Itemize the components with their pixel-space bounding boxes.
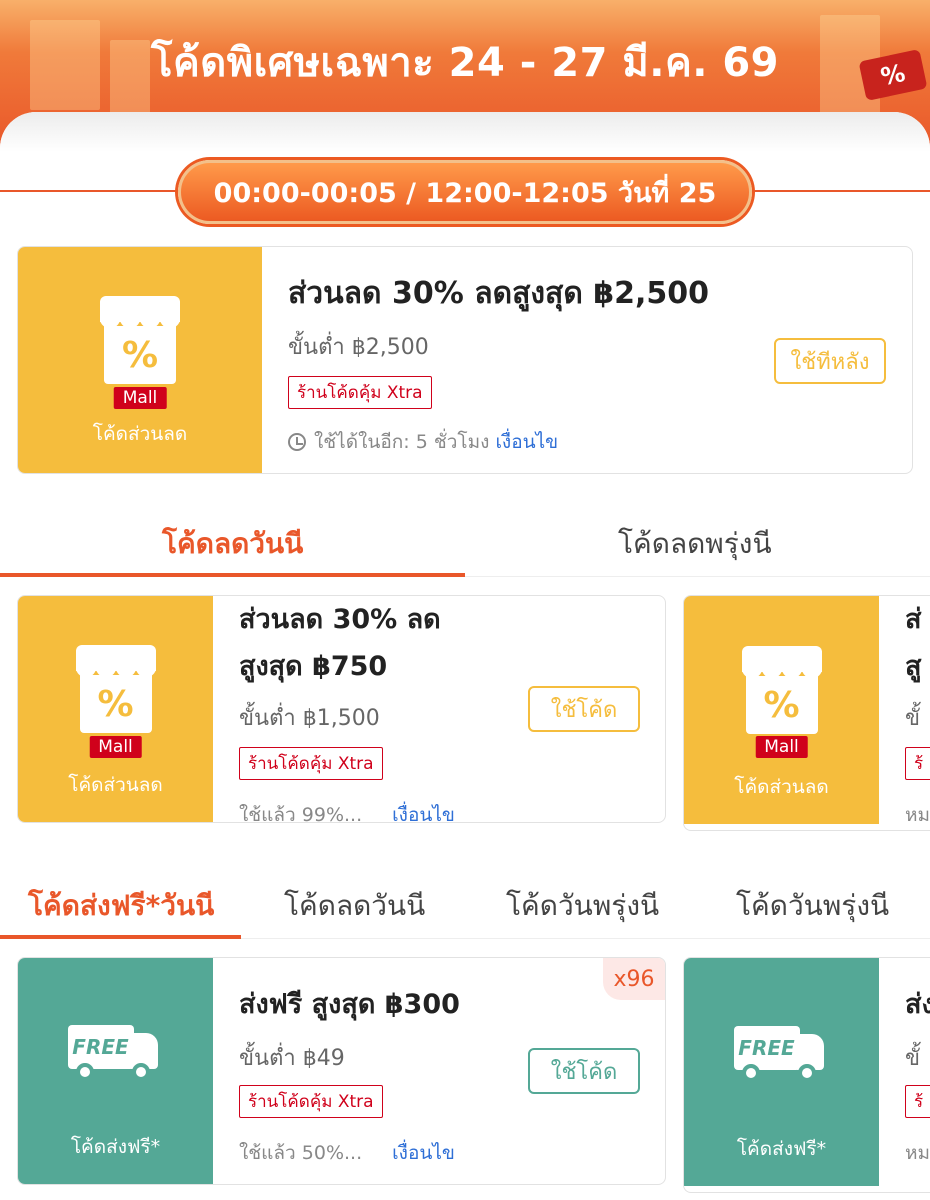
tab-code-tomorrow[interactable]: โค้ดวันพรุ่งนี (506, 884, 659, 928)
discount-voucher[interactable]: % Mall โค้ดส่วนลด ส่ สู ขั้ ร้ หม (683, 595, 930, 831)
tab-discount-today[interactable]: โค้ดลดวันนี (162, 522, 303, 566)
voucher-tag: ร้านโค้ดคุ้ม Xtra (239, 747, 383, 780)
voucher-usage: ใช้แล้ว 99%... เงื่อนไข (239, 800, 455, 822)
conditions-link[interactable]: เงื่อนไข (392, 1142, 455, 1164)
voucher-title-line2: สู (905, 651, 922, 682)
discount-voucher[interactable]: % Mall โค้ดส่วนลด ส่วนลด 30% ลด สูงสุด ฿… (17, 595, 666, 823)
voucher-type-caption: โค้ดส่งฟรี* (70, 1136, 161, 1158)
voucher-min-spend: ขั้นต่ำ ฿1,500 (239, 706, 380, 731)
voucher-tag: ร้ (905, 1085, 930, 1118)
divider-line (0, 190, 180, 192)
voucher-title: ส่ง (905, 989, 930, 1020)
voucher-usage: หม (905, 1142, 930, 1164)
mall-badge: Mall (89, 736, 142, 758)
use-code-button[interactable]: ใช้โค้ด (528, 686, 640, 732)
voucher-title: ส่วนลด 30% ลดสูงสุด ฿2,500 (288, 276, 710, 311)
voucher-type-caption: โค้ดส่วนลด (92, 423, 188, 445)
voucher-title-line2: สูงสุด ฿750 (239, 651, 388, 682)
voucher-title: ส่งฟรี สูงสุด ฿300 (239, 989, 460, 1020)
voucher-min-spend: ขั้ (905, 1046, 921, 1071)
voucher-min-spend: ขั้นต่ำ ฿49 (239, 1046, 345, 1071)
mall-badge: Mall (113, 387, 167, 409)
voucher-stub: FREE โค้ดส่งฟรี* (18, 958, 213, 1184)
tab-discount-tomorrow[interactable]: โค้ดลดพรุ่งนี (618, 522, 772, 566)
voucher-usage: ใช้แล้ว 50%... เงื่อนไข (239, 1142, 455, 1164)
conditions-link[interactable]: เงื่อนไข (495, 431, 558, 453)
use-later-button[interactable]: ใช้ทีหลัง (774, 338, 886, 384)
voucher-type-caption: โค้ดส่วนลด (734, 776, 829, 798)
shop-discount-icon: % (741, 646, 822, 738)
voucher-countdown: ใช้ได้ในอีก: 5 ชั่วโมง เงื่อนไข (288, 427, 558, 457)
voucher-type-caption: โค้ดส่วนลด (68, 774, 163, 796)
quantity-badge: x96 (603, 958, 665, 1000)
use-code-button[interactable]: ใช้โค้ด (528, 1048, 640, 1094)
shop-discount-icon: % (75, 645, 156, 737)
time-slot-pill: 00:00-00:05 / 12:00-12:05 วันที่ 25 (178, 160, 752, 224)
voucher-type-caption: โค้ดส่งฟรี* (736, 1138, 827, 1160)
voucher-usage: หม (905, 804, 930, 826)
active-tab-indicator (0, 573, 465, 577)
voucher-min-spend: ขั้ (905, 706, 921, 731)
voucher-stub: % Mall โค้ดส่วนลด (684, 596, 879, 824)
voucher-stub: % Mall โค้ดส่วนลด (18, 247, 262, 473)
voucher-stub: FREE โค้ดส่งฟรี* (684, 958, 879, 1186)
voucher-tag: ร้ (905, 747, 930, 780)
mall-badge: Mall (755, 736, 808, 758)
voucher-title-line1: ส่วนลด 30% ลด (239, 604, 441, 635)
voucher-min-spend: ขั้นต่ำ ฿2,500 (288, 335, 429, 360)
banner-title: โค้ดพิเศษเฉพาะ 24 - 27 มี.ค. 69 (151, 40, 779, 86)
divider-line (752, 190, 930, 192)
tab-free-shipping-today[interactable]: โค้ดส่งฟรี*วันนี (28, 884, 214, 928)
clock-icon (288, 433, 306, 451)
conditions-link[interactable]: เงื่อนไข (392, 804, 455, 822)
voucher-tag: ร้านโค้ดคุ้ม Xtra (239, 1085, 383, 1118)
voucher-stub: % Mall โค้ดส่วนลด (18, 596, 213, 822)
shop-discount-icon: % (100, 296, 180, 388)
featured-voucher[interactable]: % Mall โค้ดส่วนลด ส่วนลด 30% ลดสูงสุด ฿2… (17, 246, 913, 474)
voucher-title-line1: ส่ (905, 604, 922, 635)
shipping-voucher[interactable]: FREE โค้ดส่งฟรี* ส่ง ขั้ ร้ หม (683, 957, 930, 1193)
voucher-tag: ร้านโค้ดคุ้ม Xtra (288, 376, 432, 409)
shipping-voucher[interactable]: FREE โค้ดส่งฟรี* ส่งฟรี สูงสุด ฿300 ขั้น… (17, 957, 666, 1185)
free-shipping-truck-icon: FREE (733, 1018, 830, 1088)
tab-code-tomorrow-2[interactable]: โค้ดวันพรุ่งนี (736, 884, 889, 928)
tab-discount-today[interactable]: โค้ดลดวันนี (284, 884, 425, 928)
free-shipping-truck-icon: FREE (67, 1017, 164, 1087)
active-tab-indicator (0, 935, 241, 939)
